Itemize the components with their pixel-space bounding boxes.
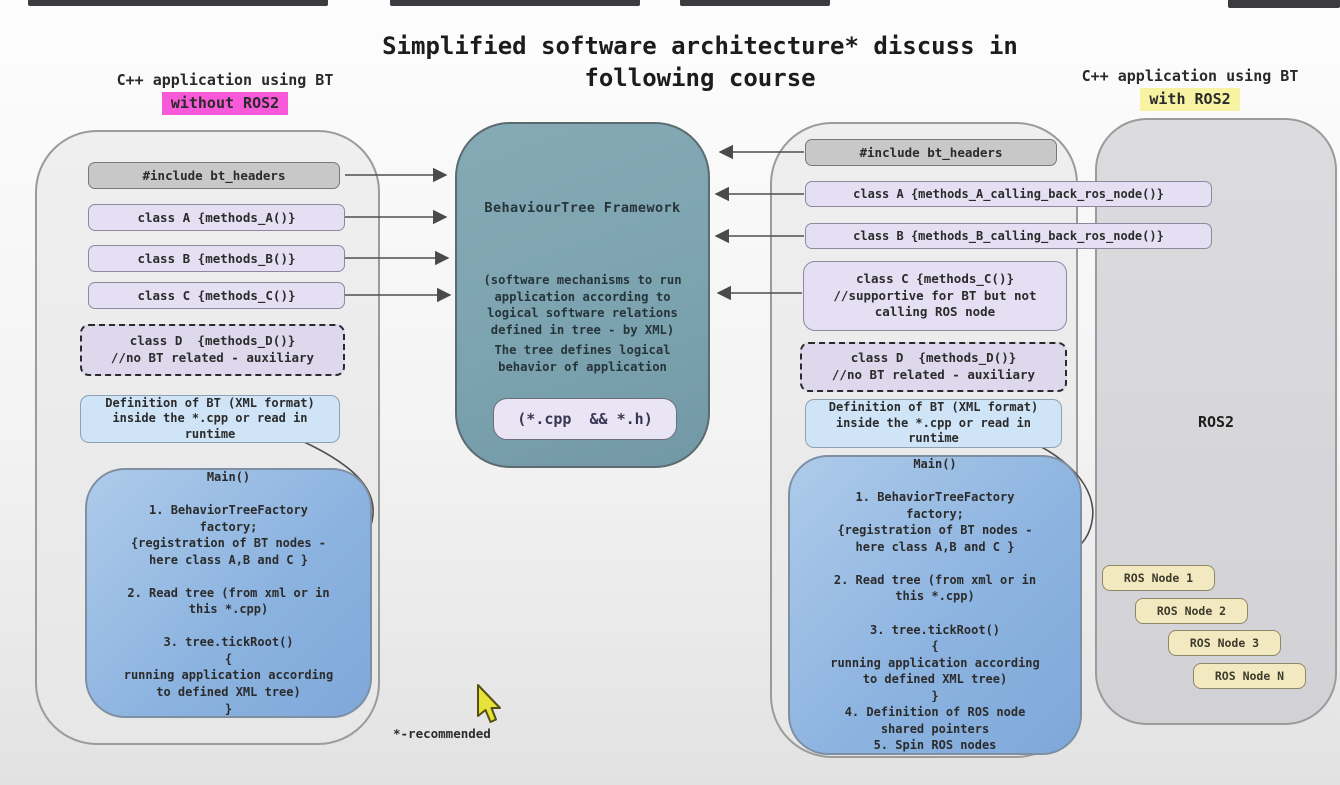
framework-title: BehaviourTree Framework [457,200,708,216]
framework-files-box: (*.cpp && *.h) [493,398,677,440]
ros-node-2-label: ROS Node 2 [1157,604,1226,618]
right-include-box: #include bt_headers [805,139,1057,166]
right-main-ros-steps: 4. Definition of ROS node shared pointer… [845,704,1026,754]
framework-description: (software mechanisms to run application … [457,272,708,338]
left-include-label: #include bt_headers [143,168,286,183]
left-class-b-box: class B {methods_B()} [88,245,345,272]
ros-node-1: ROS Node 1 [1102,565,1215,591]
left-class-d-label: class D {methods_D()} //no BT related - … [111,333,314,367]
left-include-box: #include bt_headers [88,162,340,189]
ros-node-n: ROS Node N [1193,663,1306,689]
ros-node-1-label: ROS Node 1 [1124,571,1193,585]
left-class-a-label: class A {methods_A()} [137,210,295,225]
top-edge-segment [28,0,328,6]
right-header-text: C++ application using BT [1082,67,1299,85]
top-edge-segment [390,0,640,6]
left-class-c-box: class C {methods_C()} [88,282,345,309]
left-class-b-label: class B {methods_B()} [137,251,295,266]
right-class-c-label: class C {methods_C()} //supportive for B… [833,271,1036,321]
top-edge-segment [1228,0,1340,8]
right-column-header: C++ application using BT with ROS2 [1040,66,1340,111]
left-header-highlight: without ROS2 [162,92,288,114]
right-main-code: Main() 1. BehaviorTreeFactory factory; {… [830,456,1040,704]
left-class-c-label: class C {methods_C()} [137,288,295,303]
left-header-text: C++ application using BT [117,71,334,89]
diagram-title: Simplified software architecture* discus… [340,30,1060,95]
left-bt-definition-box: Definition of BT (XML format) inside the… [80,395,340,443]
right-class-b-box: class B {methods_B_calling_back_ros_node… [805,223,1212,249]
right-class-a-box: class A {methods_A_calling_back_ros_node… [805,181,1212,207]
left-column-header: C++ application using BT without ROS2 [80,70,370,115]
left-bt-definition-label: Definition of BT (XML format) inside the… [105,396,315,442]
left-main-box: Main() 1. BehaviorTreeFactory factory; {… [85,468,372,718]
right-class-a-label: class A {methods_A_calling_back_ros_node… [853,187,1164,201]
right-bt-definition-box: Definition of BT (XML format) inside the… [805,399,1062,448]
ros-node-2: ROS Node 2 [1135,598,1248,624]
left-main-code: Main() 1. BehaviorTreeFactory factory; {… [124,469,334,717]
right-bt-definition-label: Definition of BT (XML format) inside the… [829,400,1039,446]
right-include-label: #include bt_headers [860,145,1003,160]
recommended-footnote: *-recommended [393,726,491,741]
framework-description2: The tree defines logical behavior of app… [457,342,708,375]
right-class-d-box: class D {methods_D()} //no BT related - … [800,342,1067,392]
framework-files-label: (*.cpp && *.h) [517,410,652,428]
right-class-c-box: class C {methods_C()} //supportive for B… [803,261,1067,331]
right-class-b-label: class B {methods_B_calling_back_ros_node… [853,229,1164,243]
right-class-d-label: class D {methods_D()} //no BT related - … [832,350,1035,384]
top-edge-segment [680,0,830,6]
ros2-label: ROS2 [1097,413,1335,431]
ros-node-3-label: ROS Node 3 [1190,636,1259,650]
left-class-a-box: class A {methods_A()} [88,204,345,231]
left-class-d-box: class D {methods_D()} //no BT related - … [80,324,345,376]
architecture-diagram: Simplified software architecture* discus… [0,0,1340,785]
right-header-highlight: with ROS2 [1140,88,1239,110]
behaviourtree-framework-box: BehaviourTree Framework (software mechan… [455,122,710,468]
ros-node-n-label: ROS Node N [1215,669,1284,683]
mouse-cursor-icon [478,685,500,722]
ros-node-3: ROS Node 3 [1168,630,1281,656]
right-main-box: Main() 1. BehaviorTreeFactory factory; {… [788,455,1082,755]
